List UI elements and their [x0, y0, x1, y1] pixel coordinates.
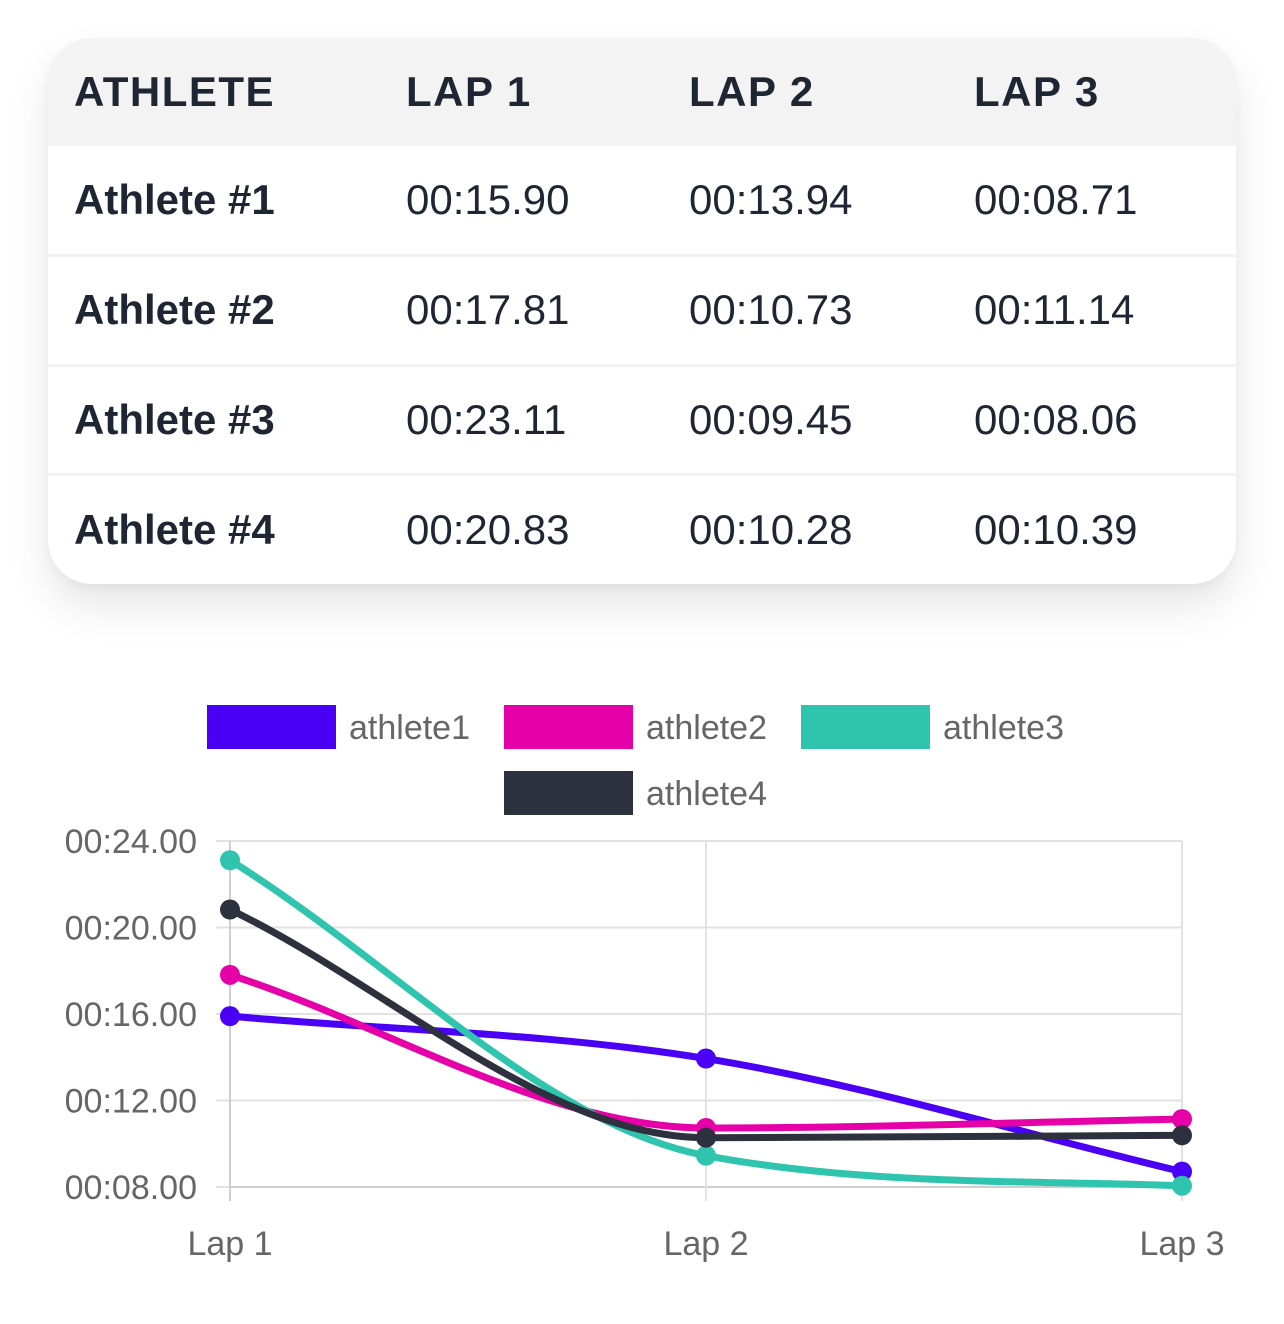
table-row: Athlete #2 00:17.81 00:10.73 00:11.14: [48, 254, 1236, 365]
legend-swatch-athlete4: [504, 771, 633, 815]
header-athlete: ATHLETE: [74, 68, 276, 115]
table-row: Athlete #4 00:20.83 00:10.28 00:10.39: [48, 473, 1236, 584]
lap-time: 00:08.71: [974, 176, 1138, 223]
x-tick-label: Lap 1: [187, 1225, 272, 1263]
athlete-name: Athlete #1: [74, 176, 275, 223]
legend-label-athlete2: athlete2: [646, 709, 767, 747]
table-row: Athlete #3 00:23.11 00:09.45 00:08.06: [48, 363, 1236, 475]
athlete-name: Athlete #3: [48, 363, 382, 475]
y-tick-label: 00:24.00: [65, 823, 197, 861]
legend-label-athlete3: athlete3: [943, 709, 1064, 747]
lap-time: 00:20.83: [382, 473, 665, 584]
lap-time: 00:23.11: [382, 363, 665, 475]
header-lap-3: LAP 3: [974, 68, 1100, 115]
lap-time: 00:09.45: [665, 363, 950, 475]
lap-time: 00:10.39: [950, 473, 1236, 584]
data-point-athlete1: [696, 1048, 716, 1069]
header-lap-1: LAP 1: [406, 68, 532, 115]
lap-time: 00:17.81: [382, 254, 665, 365]
data-point-athlete4: [220, 899, 240, 920]
athlete-name: Athlete #2: [48, 254, 382, 365]
y-tick-label: 00:12.00: [65, 1083, 197, 1121]
y-tick-label: 00:08.00: [65, 1169, 197, 1207]
legend-swatch-athlete1: [207, 705, 336, 749]
data-point-athlete4: [1172, 1125, 1192, 1146]
y-tick-label: 00:20.00: [65, 910, 197, 948]
table-header-row: ATHLETE LAP 1 LAP 2 LAP 3: [48, 38, 1236, 146]
legend-swatch-athlete2: [504, 705, 633, 749]
legend-label-athlete4: athlete4: [646, 775, 767, 813]
lap-time: 00:10.28: [665, 473, 950, 584]
lap-time: 00:13.94: [689, 176, 853, 223]
data-point-athlete4: [696, 1127, 716, 1148]
data-point-athlete3: [1172, 1175, 1192, 1196]
x-tick-label: Lap 3: [1139, 1225, 1224, 1263]
table-row: Athlete #1 00:15.90 00:13.94 00:08.71: [48, 146, 1236, 256]
x-tick-label: Lap 2: [663, 1225, 748, 1263]
lap-times-table: ATHLETE LAP 1 LAP 2 LAP 3 Athlete #1 00:…: [48, 38, 1236, 584]
y-tick-label: 00:16.00: [65, 996, 197, 1034]
legend-swatch-athlete3: [801, 705, 930, 749]
data-point-athlete3: [220, 850, 240, 871]
lap-times-card: ATHLETE LAP 1 LAP 2 LAP 3 Athlete #1 00:…: [48, 38, 1236, 584]
data-point-athlete3: [696, 1145, 716, 1166]
data-point-athlete1: [220, 1006, 240, 1027]
header-lap-2: LAP 2: [689, 68, 815, 115]
lap-time: 00:08.06: [950, 363, 1236, 475]
legend-label-athlete1: athlete1: [349, 709, 470, 747]
lap-times-line-chart: 00:24.00 00:20.00 00:16.00 00:12.00 00:08.00…: [65, 705, 1225, 1263]
lap-time: 00:15.90: [406, 176, 570, 223]
lap-time: 00:11.14: [950, 254, 1236, 365]
lap-time: 00:10.73: [665, 254, 950, 365]
data-point-athlete2: [220, 964, 240, 985]
athlete-name: Athlete #4: [48, 473, 382, 584]
